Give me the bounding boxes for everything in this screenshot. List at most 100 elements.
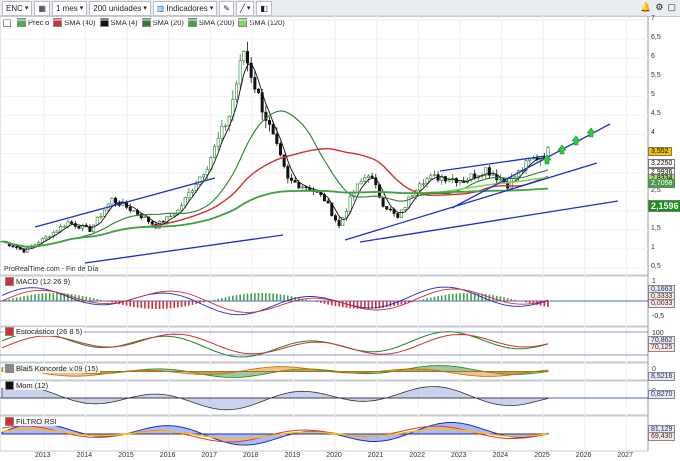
candle-body bbox=[268, 120, 272, 125]
year-axis-label: 2022 bbox=[409, 452, 425, 459]
year-axis-label: 2015 bbox=[118, 452, 134, 459]
candle-body bbox=[242, 51, 246, 62]
price-tag: 2,7058 bbox=[648, 178, 676, 188]
koncorde-label: Blai5 Koncorde v.09 (15) bbox=[16, 364, 98, 373]
candle-body bbox=[26, 247, 30, 253]
candle-body bbox=[92, 224, 96, 232]
year-axis-label: 2014 bbox=[76, 452, 93, 459]
candle-body bbox=[370, 175, 374, 179]
trend-line bbox=[439, 155, 546, 172]
macd-value-tag: 0,0033 bbox=[648, 299, 676, 308]
source-text: ProRealTime.com - Fin de Día bbox=[4, 266, 99, 273]
stoch-value-tag: 70,125 bbox=[648, 343, 676, 352]
price-axis-label: 0,5 bbox=[651, 263, 661, 270]
candle-body bbox=[253, 77, 257, 90]
candle-body bbox=[432, 174, 436, 176]
koncorde-value-tag: 8,5216 bbox=[648, 372, 676, 381]
candle-body bbox=[289, 177, 293, 181]
year-axis-label: 2016 bbox=[159, 452, 176, 459]
candle-body bbox=[99, 216, 103, 218]
mom-panel-label[interactable]: Mom (12) bbox=[3, 381, 51, 390]
candle-body bbox=[55, 230, 59, 233]
rsi-value-tag: 69,430 bbox=[648, 432, 676, 441]
candle-body bbox=[333, 215, 337, 221]
candle-body bbox=[363, 177, 367, 182]
candle-body bbox=[191, 190, 195, 193]
koncorde-panel-label[interactable]: Blai5 Koncorde v.09 (15) bbox=[3, 364, 100, 373]
candle-body bbox=[95, 216, 99, 226]
price-axis-label: 7 bbox=[651, 15, 655, 22]
year-axis-label: 2021 bbox=[367, 452, 384, 459]
candle-body bbox=[300, 186, 304, 189]
up-arrow-icon bbox=[557, 144, 567, 155]
macd-label: MACD (12 26 9) bbox=[16, 277, 71, 286]
candle-body bbox=[110, 197, 114, 205]
candle-body bbox=[77, 226, 81, 229]
macd-axis-label: -0,5 bbox=[652, 312, 665, 320]
candle-body bbox=[169, 215, 173, 218]
mom-area bbox=[1, 385, 549, 411]
candle-body bbox=[271, 124, 275, 135]
candle-body bbox=[399, 209, 403, 218]
stoch-panel-label[interactable]: Estocástico (26 8 5) bbox=[3, 327, 85, 336]
mom-swatch-icon bbox=[5, 381, 14, 390]
candle-body bbox=[238, 60, 242, 85]
candle-body bbox=[224, 125, 228, 128]
year-axis-label: 2017 bbox=[201, 452, 217, 459]
price-axis-label: 4,5 bbox=[651, 110, 661, 118]
candle-body bbox=[143, 216, 147, 219]
candle-body bbox=[403, 207, 407, 211]
year-axis-label: 2027 bbox=[617, 452, 633, 459]
candle-body bbox=[275, 133, 279, 144]
candle-body bbox=[410, 195, 414, 198]
candle-body bbox=[202, 174, 206, 178]
candle-body bbox=[257, 88, 261, 93]
price-axis-label: 5 bbox=[651, 91, 655, 99]
candle-body bbox=[15, 246, 19, 249]
candle-body bbox=[22, 248, 26, 253]
chart-canvas[interactable] bbox=[0, 0, 680, 461]
candle-body bbox=[396, 213, 400, 218]
sma-40-line bbox=[1, 148, 549, 248]
stoch-label: Estocástico (26 8 5) bbox=[16, 327, 83, 336]
candle-body bbox=[150, 221, 154, 225]
candle-body bbox=[278, 143, 282, 156]
rsi-panel-label[interactable]: FILTRO RSI bbox=[3, 417, 59, 426]
macd-panel-label[interactable]: MACD (12 26 9) bbox=[3, 277, 73, 286]
candle-body bbox=[183, 197, 187, 206]
candle-body bbox=[48, 236, 52, 238]
candle-body bbox=[220, 125, 224, 139]
candle-body bbox=[491, 174, 495, 176]
macd-axis-label: 1 bbox=[652, 277, 656, 285]
sma-200-line bbox=[1, 187, 549, 248]
price-axis-label: 4 bbox=[651, 129, 655, 137]
price-tag: 3,552 bbox=[648, 146, 672, 156]
candle-body bbox=[216, 138, 220, 147]
candle-body bbox=[348, 196, 352, 212]
stoch-swatch-icon bbox=[5, 327, 14, 336]
candle-body bbox=[326, 200, 330, 204]
candle-body bbox=[385, 206, 389, 210]
candle-body bbox=[70, 221, 74, 224]
candle-body bbox=[187, 192, 191, 198]
candle-body bbox=[235, 83, 239, 100]
candle-body bbox=[114, 197, 118, 204]
candle-body bbox=[388, 208, 392, 211]
price-tag: 3,2250 bbox=[648, 159, 676, 169]
sma-4-line bbox=[1, 62, 549, 250]
candle-body bbox=[62, 226, 66, 228]
candle-body bbox=[498, 178, 502, 181]
koncorde-swatch-icon bbox=[5, 364, 14, 373]
candle-body bbox=[381, 196, 385, 207]
stoch-d-line bbox=[1, 333, 549, 355]
candle-body bbox=[44, 236, 48, 239]
year-axis-label: 2024 bbox=[492, 452, 509, 459]
candle-body bbox=[473, 173, 477, 179]
candle-body bbox=[447, 179, 451, 182]
year-axis-label: 2023 bbox=[451, 452, 467, 459]
rsi-label: FILTRO RSI bbox=[16, 417, 57, 426]
candle-body bbox=[286, 166, 290, 179]
candle-body bbox=[293, 180, 297, 183]
candle-body bbox=[528, 158, 532, 162]
candle-body bbox=[198, 176, 202, 185]
